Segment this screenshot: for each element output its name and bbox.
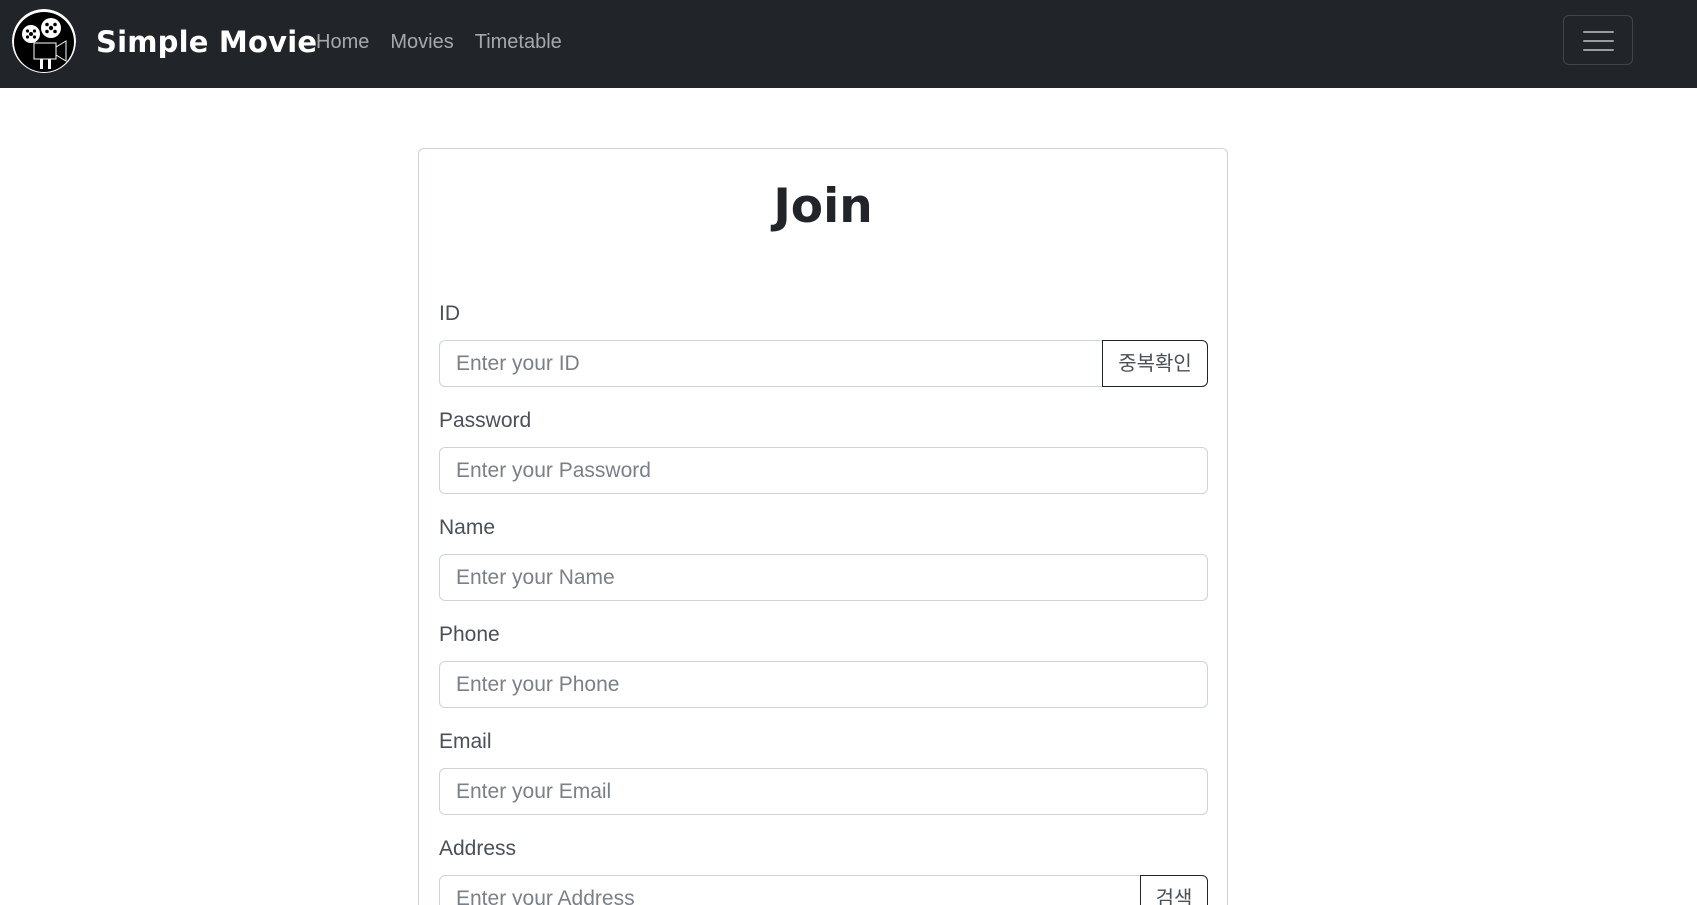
id-input[interactable] bbox=[439, 340, 1104, 387]
nav-link-home[interactable]: Home bbox=[316, 29, 369, 55]
page-title: Join bbox=[773, 179, 873, 234]
address-search-button[interactable]: 검색 bbox=[1140, 875, 1208, 905]
phone-label: Phone bbox=[439, 623, 500, 646]
duplicate-check-button[interactable]: 중복확인 bbox=[1102, 340, 1208, 387]
name-input[interactable] bbox=[439, 554, 1208, 601]
name-label: Name bbox=[439, 516, 496, 539]
hamburger-bar bbox=[1583, 31, 1614, 33]
phone-input[interactable] bbox=[439, 661, 1208, 708]
address-label: Address bbox=[439, 837, 517, 860]
password-input[interactable] bbox=[439, 447, 1208, 494]
nav-link-timetable[interactable]: Timetable bbox=[475, 29, 562, 55]
password-label: Password bbox=[439, 409, 532, 432]
film-reel-logo-icon[interactable] bbox=[12, 9, 76, 73]
hamburger-menu-icon[interactable] bbox=[1563, 15, 1633, 65]
hamburger-bar bbox=[1583, 49, 1614, 51]
nav-links: Home Movies Timetable bbox=[316, 29, 583, 55]
address-input[interactable] bbox=[439, 875, 1141, 905]
nav-link-movies[interactable]: Movies bbox=[390, 29, 453, 55]
join-card: Join ID 중복확인 Password Name Phone Email A… bbox=[418, 148, 1228, 905]
id-label: ID bbox=[439, 302, 460, 325]
email-label: Email bbox=[439, 730, 492, 753]
hamburger-bar bbox=[1583, 40, 1614, 42]
navbar: Simple Movie Home Movies Timetable bbox=[0, 0, 1697, 88]
email-input[interactable] bbox=[439, 768, 1208, 815]
brand-title[interactable]: Simple Movie bbox=[96, 22, 317, 62]
